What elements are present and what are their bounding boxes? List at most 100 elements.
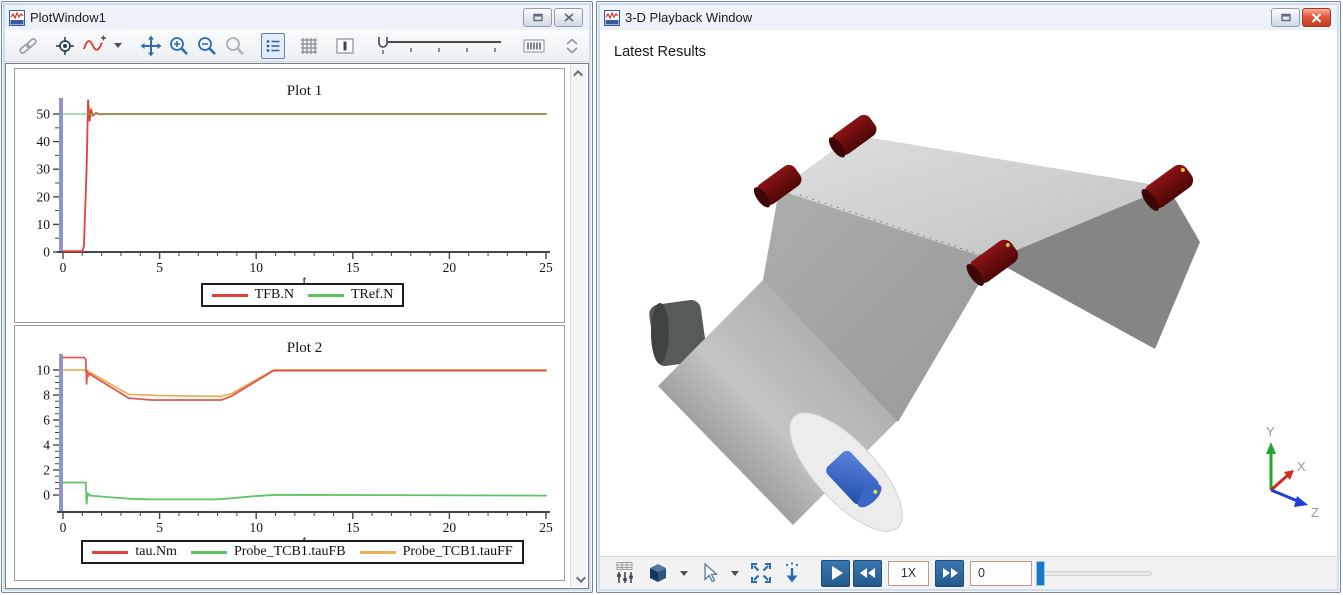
restore-button[interactable] [523,8,552,27]
svg-text:10: 10 [249,260,263,275]
close-button[interactable] [554,8,583,27]
svg-text:20: 20 [443,260,457,275]
results-label: Latest Results [614,44,706,60]
close-icon [564,13,574,22]
svg-text:Plot 2: Plot 2 [287,340,322,356]
svg-text:30: 30 [37,162,51,177]
play-button[interactable] [821,560,850,587]
maplesim-plot-icon [9,10,25,26]
conveyor-3d-model: Y X Z [600,30,1337,552]
axis-triad: Y X Z [1266,424,1319,520]
play-icon [832,566,843,580]
playback-window-title: 3-D Playback Window [625,10,1271,25]
svg-text:4: 4 [43,438,50,453]
playback-toolbar: 1X 0 [600,556,1337,589]
barcode-icon[interactable] [522,33,546,59]
cursor-dropdown-caret[interactable] [731,571,739,576]
plot1-panel: Plot 1051015202501020304050t TFB.NTRef.N [14,68,565,323]
select-cursor-icon[interactable] [698,560,720,586]
svg-text:0: 0 [60,260,67,275]
plot2-legend: tau.Nm Probe_TCB1.tauFB Probe_TCB1.tauFF [15,540,564,564]
probe-line-icon[interactable] [334,33,356,59]
legend-label: TRef.N [351,287,393,303]
playback-slider-track[interactable] [1040,571,1152,576]
legend-item: Probe_TCB1.tauFB [191,544,346,560]
vertical-scrollbar[interactable] [570,65,587,587]
legend-item: tau.Nm [92,544,177,560]
fit-view-icon[interactable] [749,560,773,586]
legend-line-sample [308,294,344,297]
rewind-icon [860,568,867,578]
restore-icon [1281,13,1291,22]
svg-text:25: 25 [539,260,553,275]
svg-text:0: 0 [43,245,50,260]
chevron-down-icon [575,573,585,583]
view-cube-icon[interactable] [647,560,669,586]
3d-viewport[interactable]: Latest Results [600,30,1337,556]
svg-text:50: 50 [37,107,51,122]
svg-text:8: 8 [43,388,50,403]
plot-toolbar [5,30,589,62]
plot-window-title: PlotWindow1 [30,10,523,25]
scroll-down-button[interactable] [572,571,587,587]
legend-item: TRef.N [308,287,393,303]
grid-icon[interactable] [299,33,319,59]
pan-icon[interactable] [140,33,162,59]
zoom-fit-icon[interactable] [224,33,246,59]
playback-window-titlebar[interactable]: 3-D Playback Window [600,5,1337,30]
legend-label: tau.Nm [135,544,177,560]
legend-line-sample [92,551,128,554]
legend-item: Probe_TCB1.tauFF [360,544,513,560]
close-button[interactable] [1302,8,1331,27]
svg-text:Plot 1: Plot 1 [287,83,322,99]
svg-text:5: 5 [156,260,163,275]
svg-text:0: 0 [60,520,67,535]
svg-text:10: 10 [37,217,51,232]
legend-line-sample [212,294,248,297]
add-curve-dropdown-caret[interactable] [114,43,122,48]
drop-model-icon[interactable] [782,560,802,586]
plot-window: PlotWindow1 [1,1,593,593]
axis-z-label: Z [1311,505,1319,520]
probe-plot-icon[interactable] [614,560,638,586]
point-probe-icon[interactable] [54,33,76,59]
plot-window-titlebar[interactable]: PlotWindow1 [5,5,589,30]
playback-window: 3-D Playback Window Latest Results [596,1,1341,593]
svg-text:15: 15 [346,260,360,275]
restore-icon [533,13,543,22]
time-slider[interactable] [371,33,507,59]
legend-line-sample [191,551,227,554]
speed-display[interactable]: 1X [888,561,929,586]
maplesim-plot-icon [604,10,620,26]
svg-text:0: 0 [43,488,50,503]
svg-text:25: 25 [539,520,553,535]
add-curve-icon[interactable] [82,33,106,59]
scroll-up-button[interactable] [572,65,587,81]
forward-icon [943,568,950,578]
playback-slider-handle[interactable] [1036,561,1045,586]
svg-text:2: 2 [43,463,50,478]
svg-text:10: 10 [249,520,263,535]
collapse-icon[interactable] [561,33,583,59]
chevron-up-icon [573,69,583,79]
rewind-button[interactable] [853,560,882,587]
svg-text:6: 6 [43,413,50,428]
restore-button[interactable] [1271,8,1300,27]
plot-content-area: Plot 1051015202501020304050t TFB.NTRef.N… [5,63,589,589]
zoom-in-icon[interactable] [168,33,190,59]
forward-button[interactable] [935,560,964,587]
axis-y-label: Y [1266,424,1275,439]
svg-text:10: 10 [37,363,51,378]
svg-text:20: 20 [37,189,51,204]
zoom-out-icon[interactable] [196,33,218,59]
playback-slider[interactable] [1036,560,1156,587]
view-dropdown-caret[interactable] [680,571,688,576]
link-icon[interactable] [17,33,39,59]
plot1-legend: TFB.NTRef.N [15,283,564,307]
legend-toggle-icon[interactable] [261,33,285,59]
legend-label: Probe_TCB1.tauFF [403,544,513,560]
legend-line-sample [360,551,396,554]
axis-x-label: X [1297,459,1306,474]
time-display[interactable]: 0 [970,561,1032,586]
svg-text:20: 20 [443,520,457,535]
